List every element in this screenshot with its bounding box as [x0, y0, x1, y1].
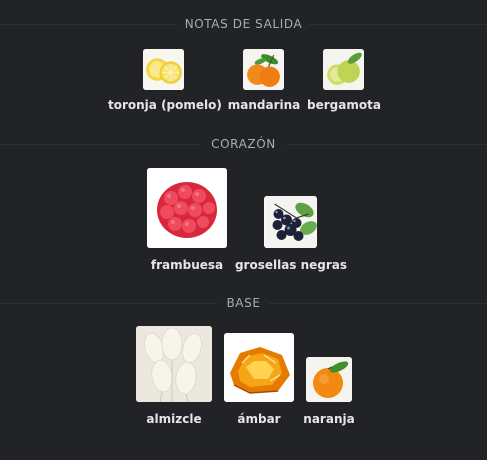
note-label: almizcle — [146, 412, 202, 426]
section-title-heart-notes: CORAZÓN — [211, 137, 276, 151]
section-title-top-notes: NOTAS DE SALIDA — [184, 17, 303, 31]
grapefruit-icon[interactable] — [143, 49, 184, 90]
raspberry-icon[interactable] — [147, 168, 227, 248]
note-label: grosellas negras — [234, 258, 348, 272]
orange-icon[interactable] — [306, 357, 352, 402]
blackcurrant-icon[interactable] — [264, 196, 317, 248]
section-title-base-notes: BASE — [226, 296, 261, 310]
section-header-heart-notes: CORAZÓN — [0, 137, 487, 151]
note-label: naranja — [303, 412, 355, 426]
note-label: ámbar — [237, 412, 281, 426]
mandarin-icon[interactable] — [243, 49, 284, 90]
note-label: bergamota — [307, 98, 381, 112]
section-header-top-notes: NOTAS DE SALIDA — [0, 17, 487, 31]
note-label: frambuesa — [150, 258, 224, 272]
bergamot-icon[interactable] — [323, 49, 364, 90]
note-label: mandarina — [227, 98, 301, 112]
musk-icon[interactable] — [136, 326, 212, 402]
note-label: toronja (pomelo) — [108, 98, 222, 112]
section-header-base-notes: BASE — [0, 296, 487, 310]
amber-icon[interactable] — [224, 333, 294, 402]
